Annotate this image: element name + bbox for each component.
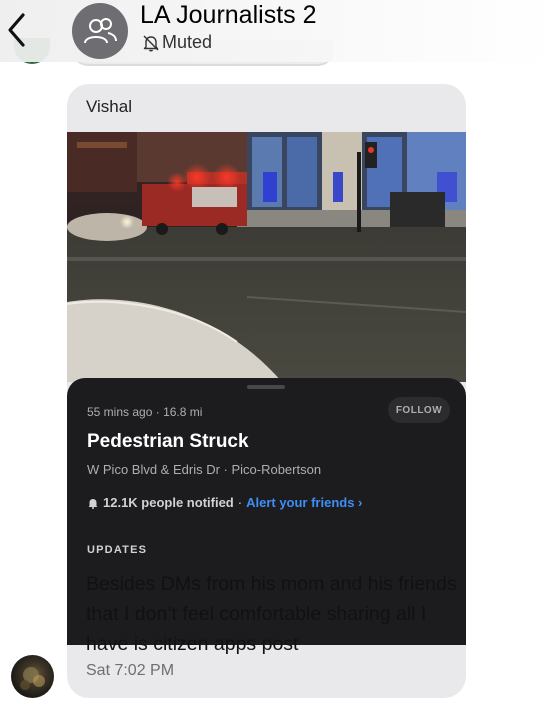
notify-separator: · [237,495,243,510]
bell-icon [88,498,98,509]
incident-meta: 55 mins ago · 16.8 mi [87,405,202,419]
message-text: Besides DMs from his mom and his friends… [86,573,457,655]
chat-header: LA Journalists 2 Muted [0,0,557,62]
notification-row: 12.1K people notified · Alert your frien… [87,495,362,510]
sender-avatar[interactable] [11,655,54,698]
notified-count: 12.1K people notified [103,495,234,510]
updates-label: UPDATES [87,544,148,556]
sender-name: Vishal [86,97,132,116]
message-timestamp: Sat 7:02 PM [86,662,175,679]
bell-slash-icon [143,35,159,51]
incident-title: Pedestrian Struck [87,431,249,452]
muted-label: Muted [162,32,213,52]
message-bubble[interactable]: Vishal 55 mins ago · 16.8 mi FOLLOW Pede… [67,84,466,698]
chevron-left-icon [8,13,25,47]
incident-distance: 16.8 mi [163,405,203,419]
incident-time: 55 mins ago [87,405,153,419]
avatar-photo [20,667,45,690]
follow-button[interactable]: FOLLOW [388,397,450,423]
group-people-icon [84,18,117,44]
card-grabber [247,385,285,389]
alert-friends-link[interactable]: Alert your friends › [246,495,362,510]
incident-location: W Pico Blvd & Edris Dr · Pico-Robertson [87,462,322,477]
meta-separator: · [155,405,160,419]
back-button[interactable] [2,10,32,50]
group-avatar[interactable] [72,3,128,59]
group-title[interactable]: LA Journalists 2 [140,1,317,30]
muted-status: Muted [142,32,212,53]
